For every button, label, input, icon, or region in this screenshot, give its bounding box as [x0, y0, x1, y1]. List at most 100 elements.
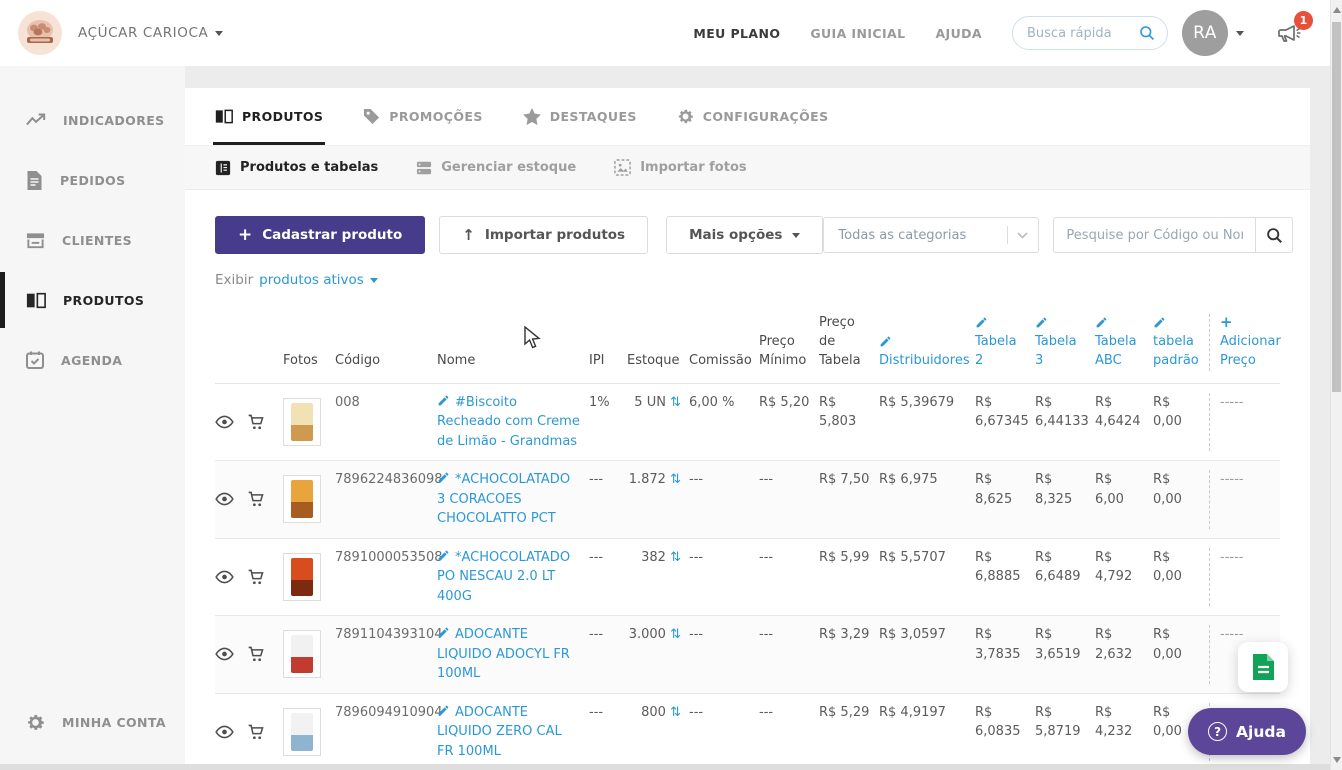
sidebar-item-minha-conta[interactable]: MINHA CONTA	[0, 702, 185, 742]
scroll-down-arrow-icon[interactable]	[1333, 757, 1341, 763]
table2-price-value[interactable]: R$ 8,625	[975, 470, 1035, 529]
column-header-tabela-padrao[interactable]: tabela padrão	[1153, 316, 1209, 371]
table3-price-value[interactable]: R$ 6,6489	[1035, 548, 1095, 607]
main-panel: PRODUTOS PROMOÇÕES DESTAQUES CONFIGURAÇÕ…	[185, 88, 1310, 764]
category-select[interactable]: Todas as categorias	[823, 217, 1039, 253]
distributors-price-value[interactable]: R$ 4,9197	[879, 703, 975, 762]
tab-produtos[interactable]: PRODUTOS	[215, 88, 323, 145]
sidebar-item-indicadores[interactable]: INDICADORES	[0, 90, 185, 150]
ipi-value: ---	[589, 548, 627, 607]
table2-price-value[interactable]: R$ 3,7835	[975, 625, 1035, 684]
photo-cell[interactable]	[283, 708, 335, 756]
subtab-gerenciar-estoque[interactable]: Gerenciar estoque	[416, 160, 576, 176]
table2-price-value[interactable]: R$ 6,67345	[975, 393, 1035, 452]
add-to-cart-button[interactable]	[247, 568, 283, 586]
column-header-tabela-abc[interactable]: Tabela ABC	[1095, 316, 1153, 371]
add-to-cart-button[interactable]	[247, 645, 283, 663]
register-product-button[interactable]: + Cadastrar produto	[215, 216, 425, 254]
stock-sort-icon[interactable]: ⇅	[670, 705, 681, 720]
add-to-cart-button[interactable]	[247, 490, 283, 508]
help-button[interactable]: ? Ajuda	[1188, 708, 1306, 755]
import-products-button[interactable]: ↑ Importar produtos	[439, 216, 648, 254]
sidebar-item-pedidos[interactable]: PEDIDOS	[0, 150, 185, 210]
column-header-tabela-3[interactable]: Tabela 3	[1035, 316, 1095, 371]
preview-button[interactable]	[215, 570, 247, 584]
product-name-link[interactable]: *ACHOCOLATADO PO NESCAU 2.0 LT 400G	[437, 550, 570, 604]
table-abc-price-value[interactable]: R$ 2,632	[1095, 625, 1153, 684]
table2-price-value[interactable]: R$ 6,8885	[975, 548, 1035, 607]
default-table-price-value[interactable]: R$ 0,00	[1153, 470, 1209, 529]
tab-configuracoes[interactable]: CONFIGURAÇÕES	[677, 88, 829, 145]
nav-ajuda[interactable]: AJUDA	[935, 26, 982, 41]
add-price-cell[interactable]: -----	[1209, 470, 1281, 529]
tab-promocoes[interactable]: PROMOÇÕES	[363, 88, 482, 145]
product-name-link[interactable]: #Biscoito Recheado com Creme de Limão - …	[437, 395, 580, 449]
table3-price-value[interactable]: R$ 3,6519	[1035, 625, 1095, 684]
stock-sort-icon[interactable]: ⇅	[670, 472, 681, 487]
distributors-price-value[interactable]: R$ 5,39679	[879, 393, 975, 452]
ipi-value: 1%	[589, 393, 627, 452]
preview-button[interactable]	[215, 492, 247, 506]
product-name-link[interactable]: ADOCANTE LIQUIDO ADOCYL FR 100ML	[437, 627, 570, 681]
column-header-tabela-2[interactable]: Tabela 2	[975, 316, 1035, 371]
product-search-button[interactable]	[1255, 217, 1293, 253]
stock-sort-icon[interactable]: ⇅	[670, 395, 681, 410]
preview-button[interactable]	[215, 415, 247, 429]
nav-guia-inicial[interactable]: GUIA INICIAL	[810, 26, 905, 41]
stock-sort-icon[interactable]: ⇅	[670, 550, 681, 565]
default-table-price-value[interactable]: R$ 0,00	[1153, 393, 1209, 452]
table3-price-value[interactable]: R$ 5,8719	[1035, 703, 1095, 762]
photo-cell[interactable]	[283, 475, 335, 523]
table-abc-price-value[interactable]: R$ 4,232	[1095, 703, 1153, 762]
default-table-price-value[interactable]: R$ 0,00	[1153, 625, 1209, 684]
photo-cell[interactable]	[283, 630, 335, 678]
table2-price-value[interactable]: R$ 6,0835	[975, 703, 1035, 762]
quick-search-input[interactable]	[1025, 25, 1131, 42]
add-to-cart-button[interactable]	[247, 413, 283, 431]
photo-cell[interactable]	[283, 398, 335, 446]
photo-cell[interactable]	[283, 553, 335, 601]
product-name-link[interactable]: ADOCANTE LIQUIDO ZERO CAL FR 100ML	[437, 705, 562, 759]
company-switcher[interactable]: AÇÚCAR CARIOCA	[78, 25, 223, 41]
nav-meu-plano[interactable]: MEU PLANO	[693, 26, 780, 41]
preview-button[interactable]	[215, 725, 247, 739]
table-abc-price-value[interactable]: R$ 6,00	[1095, 470, 1153, 529]
page-scrollbar[interactable]	[1330, 0, 1342, 770]
scrollbar-thumb[interactable]	[1332, 22, 1341, 392]
add-price-cell[interactable]: -----	[1209, 393, 1281, 452]
company-logo[interactable]	[18, 11, 62, 55]
sidebar-item-produtos[interactable]: PRODUTOS	[0, 270, 185, 330]
more-options-button[interactable]: Mais opções	[666, 216, 823, 254]
subtab-importar-fotos[interactable]: Importar fotos	[614, 159, 746, 176]
user-menu[interactable]: RA	[1182, 10, 1244, 56]
pencil-icon	[437, 549, 450, 562]
column-header-estoque: Estoque	[627, 352, 689, 371]
stock-value: 5 UN	[634, 395, 666, 410]
subtab-produtos-e-tabelas[interactable]: Produtos e tabelas	[215, 160, 378, 176]
distributors-price-value[interactable]: R$ 5,5707	[879, 548, 975, 607]
table-abc-price-value[interactable]: R$ 4,792	[1095, 548, 1153, 607]
table-abc-price-value[interactable]: R$ 4,6424	[1095, 393, 1153, 452]
product-search-input[interactable]	[1053, 217, 1255, 253]
stock-sort-icon[interactable]: ⇅	[670, 627, 681, 642]
sidebar-item-clientes[interactable]: CLIENTES	[0, 210, 185, 270]
ipi-value: ---	[589, 703, 627, 762]
announcements-button[interactable]: 1	[1276, 21, 1302, 45]
scroll-up-arrow-icon[interactable]	[1333, 7, 1341, 13]
table3-price-value[interactable]: R$ 8,325	[1035, 470, 1095, 529]
tab-destaques[interactable]: DESTAQUES	[523, 88, 637, 145]
active-products-filter[interactable]: produtos ativos	[259, 272, 378, 288]
table3-price-value[interactable]: R$ 6,44133	[1035, 393, 1095, 452]
column-header-distribuidores[interactable]: Distribuidores	[879, 335, 975, 371]
search-icon[interactable]	[1139, 25, 1155, 41]
column-header-adicionar-preco[interactable]: +Adicionar Preço	[1209, 314, 1281, 371]
add-price-cell[interactable]: -----	[1209, 548, 1281, 607]
default-table-price-value[interactable]: R$ 0,00	[1153, 548, 1209, 607]
distributors-price-value[interactable]: R$ 6,975	[879, 470, 975, 529]
distributors-price-value[interactable]: R$ 3,0597	[879, 625, 975, 684]
add-to-cart-button[interactable]	[247, 723, 283, 741]
preview-button[interactable]	[215, 647, 247, 661]
product-name-link[interactable]: *ACHOCOLATADO 3 CORACOES CHOCOLATTO PCT	[437, 472, 570, 526]
export-spreadsheet-button[interactable]	[1238, 642, 1288, 692]
sidebar-item-agenda[interactable]: AGENDA	[0, 330, 185, 390]
